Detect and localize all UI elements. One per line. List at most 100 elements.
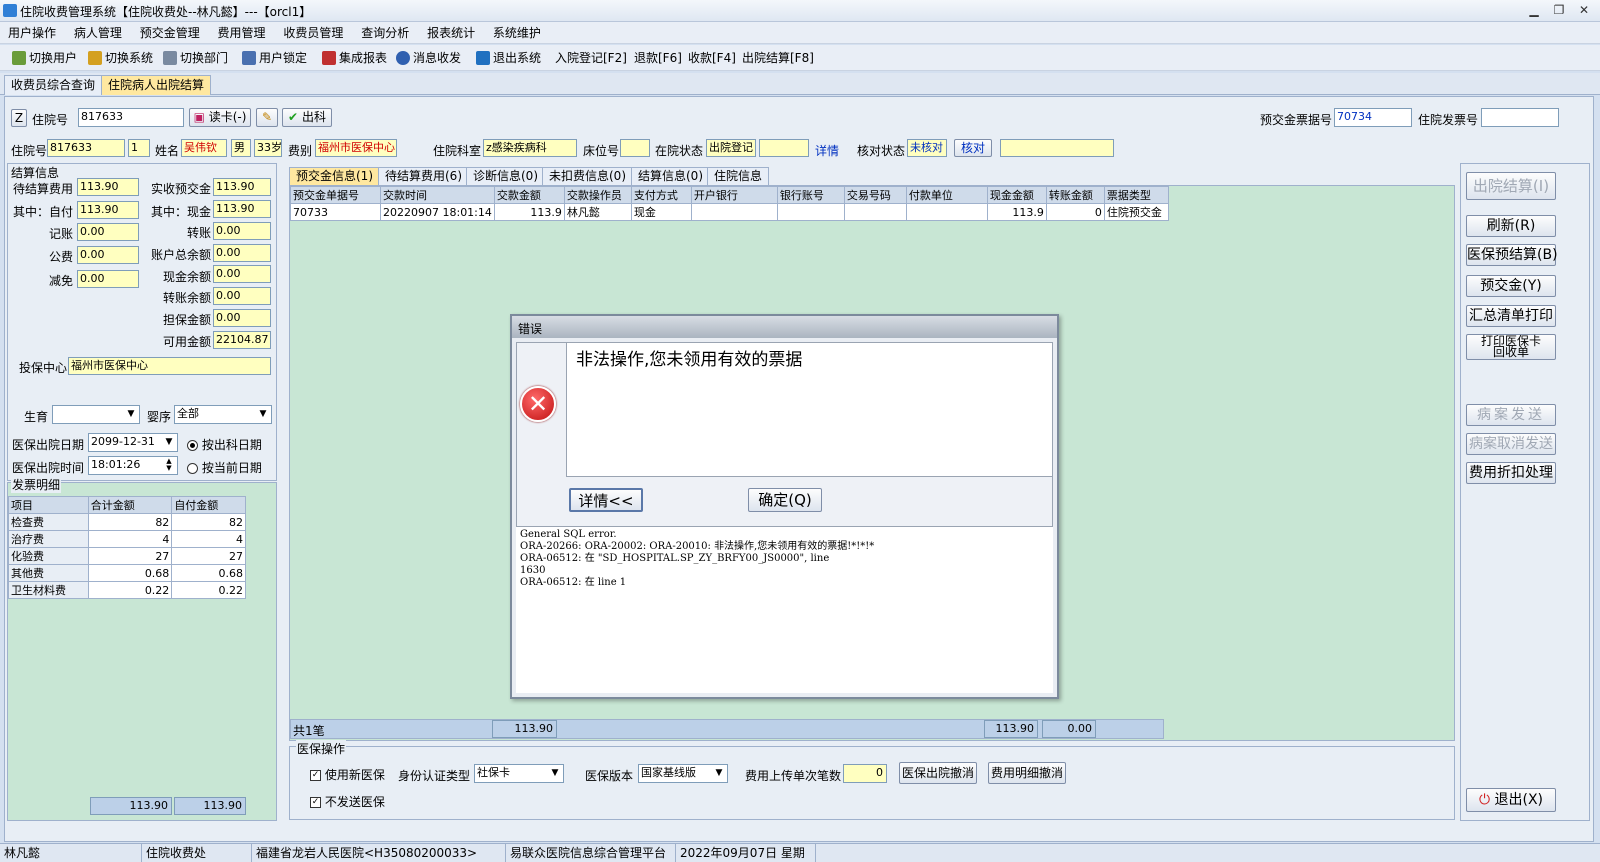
inpatient-no-input[interactable]: 817633 xyxy=(78,108,184,127)
switch-dept-button[interactable]: 切换部门 xyxy=(163,48,228,68)
record-label: 记账 xyxy=(49,227,74,241)
version-label: 医保版本 xyxy=(585,769,634,783)
id-type-label: 身份认证类型 xyxy=(398,769,471,783)
invoice-total2: 113.90 xyxy=(174,797,246,815)
checkbox-checked-icon: ✓ xyxy=(310,797,321,808)
refund-button[interactable]: 退款[F6] xyxy=(634,48,682,68)
table-row[interactable]: 化验费 27 27 xyxy=(8,547,246,565)
table-row[interactable]: 70733 20220907 18:01:14 113.9 林凡懿 现金 113… xyxy=(290,203,1169,221)
toolbar: 切换用户 切换系统 切换部门 用户锁定 集成报表 消息收发 退出系统 入院登记[… xyxy=(0,45,1600,71)
switch-system-button[interactable]: 切换系统 xyxy=(88,48,153,68)
insure-center-field: 福州市医保中心 xyxy=(68,357,271,375)
discharge-settle-toolbar-button[interactable]: 出院结算[F8] xyxy=(742,48,814,68)
case-send-button[interactable]: 病案发送 xyxy=(1466,404,1556,426)
read-card-button[interactable]: ▣ 读卡(-) xyxy=(189,108,251,127)
menu-fees[interactable]: 费用管理 xyxy=(212,22,272,44)
patient-no-label: 住院号 xyxy=(11,144,48,158)
detail-toggle-button[interactable]: 详情<< xyxy=(569,488,643,512)
restore-icon[interactable]: ❐ xyxy=(1547,1,1571,19)
discharge-dept-button[interactable]: ✔ 出科 xyxy=(282,108,332,127)
menu-prepay[interactable]: 预交金管理 xyxy=(134,22,206,44)
report-icon xyxy=(322,51,336,65)
tab-discharge-settle[interactable]: 住院病人出院结算 xyxy=(101,75,212,95)
ok-button[interactable]: 确定(Q) xyxy=(748,488,822,512)
prepay-button[interactable]: 预交金(Y) xyxy=(1466,275,1556,297)
cancel-ins-discharge-button[interactable]: 医保出院撤消 xyxy=(899,762,977,784)
version-select[interactable]: 国家基线版 ▼ xyxy=(638,764,728,783)
tab-pending-fees[interactable]: 待结算费用(6) xyxy=(378,167,469,185)
use-new-insurance-checkbox[interactable]: ✓ 使用新医保 xyxy=(310,766,385,783)
exit-button[interactable]: ⏻ 退出(X) xyxy=(1466,788,1556,812)
check-status-field: 未核对 xyxy=(907,139,947,157)
tab-undeducted[interactable]: 未扣费信息(0) xyxy=(542,167,633,185)
no-send-insurance-checkbox[interactable]: ✓ 不发送医保 xyxy=(310,793,385,810)
menu-system[interactable]: 系统维护 xyxy=(487,22,547,44)
minimize-icon[interactable]: ▁ xyxy=(1522,1,1546,19)
tab-inpatient-info[interactable]: 住院信息 xyxy=(707,167,770,185)
tab-settle-info[interactable]: 结算信息(0) xyxy=(631,167,710,185)
check-icon: ✔ xyxy=(288,110,299,124)
menu-reports[interactable]: 报表统计 xyxy=(421,22,481,44)
record-field: 0.00 xyxy=(77,223,139,241)
lock-user-button[interactable]: 用户锁定 xyxy=(242,48,307,68)
tab-prepay-info[interactable]: 预交金信息(1) xyxy=(289,167,380,185)
table-row[interactable]: 卫生材料费 0.22 0.22 xyxy=(8,581,246,599)
upload-count-field[interactable]: 0 xyxy=(843,764,887,783)
status-bar: 林凡懿 住院收费处 福建省龙岩人民医院<H35080200033> 易联众医院信… xyxy=(0,843,1600,862)
menu-user-ops[interactable]: 用户操作 xyxy=(2,22,62,44)
bell-icon[interactable]: ✎ xyxy=(256,108,278,127)
power-icon: ⏻ xyxy=(1478,792,1491,808)
invoice-no-label: 住院发票号 xyxy=(1418,113,1479,127)
order-select[interactable]: 全部 ▼ xyxy=(174,405,272,424)
report-button[interactable]: 集成报表 xyxy=(322,48,387,68)
menu-query[interactable]: 查询分析 xyxy=(355,22,415,44)
table-row[interactable]: 治疗费 4 4 xyxy=(8,530,246,548)
chevron-down-icon: ▼ xyxy=(715,768,723,778)
prepay-no-input[interactable]: 70734 xyxy=(1334,108,1412,127)
title-bar: 住院收费管理系统【住院收费处--林凡懿】---【orcl1】 ▁ ❐ ✕ xyxy=(0,0,1600,22)
charge-button[interactable]: 收款[F4] xyxy=(688,48,736,68)
window-tabs: 收费员综合查询 住院病人出院结算 xyxy=(0,73,1600,95)
z-button[interactable]: Z xyxy=(11,109,27,127)
message-button[interactable]: 消息收发 xyxy=(396,48,461,68)
radio-by-out-dept[interactable]: 按出科日期 xyxy=(187,436,262,453)
case-cancel-send-button[interactable]: 病案取消发送 xyxy=(1466,433,1556,455)
tab-cashier-query[interactable]: 收费员综合查询 xyxy=(4,75,103,95)
info-icon xyxy=(396,51,410,65)
available-field: 22104.87 xyxy=(213,331,271,349)
menu-cashier[interactable]: 收费员管理 xyxy=(277,22,349,44)
upload-count-label: 费用上传单次笔数 xyxy=(745,769,842,783)
tab-diagnosis[interactable]: 诊断信息(0) xyxy=(466,167,545,185)
detail-link[interactable]: 详情 xyxy=(815,142,839,159)
ins-pre-settle-button[interactable]: 医保预结算(B) xyxy=(1466,244,1558,266)
chevron-down-icon: ▼ xyxy=(259,409,267,419)
invoice-no-input[interactable] xyxy=(1481,108,1559,127)
radio-dot xyxy=(187,440,198,451)
public-field: 0.00 xyxy=(77,246,139,264)
discharge-settle-button[interactable]: 出院结算(I) xyxy=(1466,172,1556,200)
reduce-label: 减免 xyxy=(49,274,74,288)
out-date-picker[interactable]: 2099-12-31 ▼ xyxy=(88,433,178,452)
dept-icon xyxy=(163,51,177,65)
guarantee-field: 0.00 xyxy=(213,309,271,327)
cancel-fee-detail-button[interactable]: 费用明细撤消 xyxy=(988,762,1066,784)
switch-user-button[interactable]: 切换用户 xyxy=(12,48,77,68)
birth-select[interactable]: ▼ xyxy=(52,405,140,424)
out-time-spinner[interactable]: 18:01:26 ▲ ▼ xyxy=(88,456,178,475)
insurance-ops-title: 医保操作 xyxy=(296,740,347,757)
fee-discount-button[interactable]: 费用折扣处理 xyxy=(1466,462,1556,484)
exit-system-button[interactable]: 退出系统 xyxy=(476,48,541,68)
admit-button[interactable]: 入院登记[F2] xyxy=(555,48,627,68)
print-card-receipt-button[interactable]: 打印医保卡 回收单 xyxy=(1466,334,1556,360)
summary-print-button[interactable]: 汇总清单打印 xyxy=(1466,305,1556,327)
table-row[interactable]: 其他费 0.68 0.68 xyxy=(8,564,246,582)
dialog-caption: 错误 xyxy=(518,322,543,336)
table-row[interactable]: 检查费 82 82 xyxy=(8,513,246,531)
id-type-select[interactable]: 社保卡 ▼ xyxy=(474,764,564,783)
close-icon[interactable]: ✕ xyxy=(1572,1,1596,19)
radio-by-current-date[interactable]: 按当前日期 xyxy=(187,459,262,476)
table-header: 项目 合计金额 自付金额 xyxy=(8,496,246,514)
refresh-button[interactable]: 刷新(R) xyxy=(1466,215,1556,237)
check-button[interactable]: 核对 xyxy=(954,139,992,157)
menu-patient[interactable]: 病人管理 xyxy=(68,22,128,44)
